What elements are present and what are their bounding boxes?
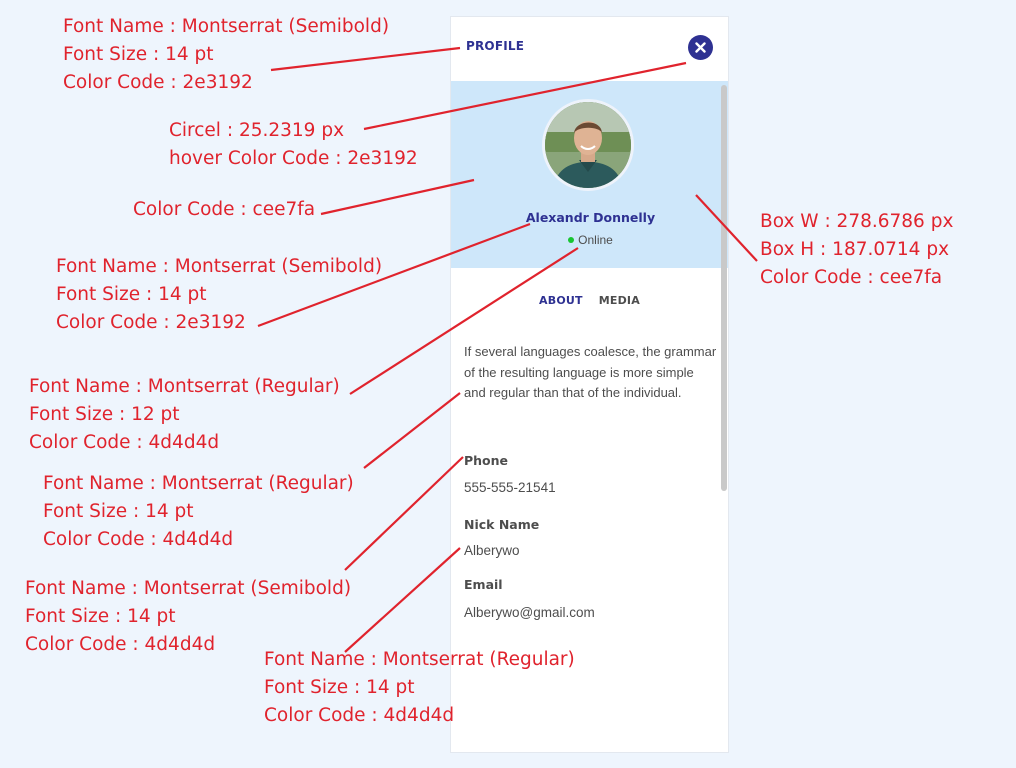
annotation-line: Color Code : cee7fa xyxy=(133,199,316,220)
annotation-line: Font Name : Montserrat (Regular) xyxy=(264,649,575,670)
about-text: If several languages coalesce, the gramm… xyxy=(464,344,717,400)
nickname-value: Alberywo xyxy=(464,543,520,558)
phone-label: Phone xyxy=(464,453,509,468)
annotation-value-spec: Font Name : Montserrat (Regular) Font Si… xyxy=(264,646,575,730)
email-value: Alberywo@gmail.com xyxy=(464,605,595,620)
tab-media[interactable]: MEDIA xyxy=(599,294,640,307)
annotation-line: Font Size : 14 pt xyxy=(43,501,194,522)
annotation-line: Font Name : Montserrat (Semibold) xyxy=(63,16,390,37)
annotation-line: Font Size : 14 pt xyxy=(264,677,415,698)
profile-panel: PROFILE Alexandr Donnelly Online ABOUT M… xyxy=(450,16,729,753)
annotation-line: Font Size : 14 pt xyxy=(56,284,207,305)
annotation-line: Font Name : Montserrat (Regular) xyxy=(43,473,354,494)
annotation-about-spec: Font Name : Montserrat (Regular) Font Si… xyxy=(43,470,354,554)
annotation-line: Color Code : 2e3192 xyxy=(56,312,246,333)
annotation-cover-color: Color Code : cee7fa xyxy=(133,196,315,224)
annotation-line: Font Size : 12 pt xyxy=(29,404,180,425)
scrollbar-thumb[interactable] xyxy=(721,85,727,491)
close-button[interactable] xyxy=(688,35,713,60)
tab-about[interactable]: ABOUT xyxy=(539,294,583,307)
profile-cover: Alexandr Donnelly Online xyxy=(451,81,728,268)
panel-header: PROFILE xyxy=(451,17,728,81)
annotation-circle-spec: Circel : 25.2319 px hover Color Code : 2… xyxy=(169,117,418,173)
annotation-line: Font Name : Montserrat (Regular) xyxy=(29,376,340,397)
profile-tabs: ABOUT MEDIA xyxy=(451,294,728,307)
annotation-name-spec: Font Name : Montserrat (Semibold) Font S… xyxy=(56,253,382,337)
annotation-line: Font Name : Montserrat (Semibold) xyxy=(25,578,352,599)
annotation-line: Circel : 25.2319 px xyxy=(169,120,345,141)
annotation-line: Box W : 278.6786 px xyxy=(760,211,954,232)
email-label: Email xyxy=(464,577,503,592)
annotation-line: Color Code : 4d4d4d xyxy=(29,432,220,453)
annotation-line: hover Color Code : 2e3192 xyxy=(169,148,418,169)
panel-title: PROFILE xyxy=(466,39,525,53)
annotation-box-spec: Box W : 278.6786 px Box H : 187.0714 px … xyxy=(760,208,953,292)
phone-value: 555-555-21541 xyxy=(464,480,556,495)
annotation-line: Font Size : 14 pt xyxy=(63,44,214,65)
annotation-line: Font Size : 14 pt xyxy=(25,606,176,627)
user-name: Alexandr Donnelly xyxy=(525,210,656,225)
status-dot-icon xyxy=(568,237,575,243)
online-status: Online xyxy=(451,233,728,247)
annotation-line: Color Code : cee7fa xyxy=(760,267,943,288)
status-text: Online xyxy=(578,233,613,247)
annotation-line: Box H : 187.0714 px xyxy=(760,239,950,260)
annotation-line: Color Code : 2e3192 xyxy=(63,72,253,93)
annotation-status-spec: Font Name : Montserrat (Regular) Font Si… xyxy=(29,373,340,457)
annotation-line: Color Code : 4d4d4d xyxy=(264,705,455,726)
annotation-title-spec: Font Name : Montserrat (Semibold) Font S… xyxy=(63,13,389,97)
annotation-line: Color Code : 4d4d4d xyxy=(43,529,234,550)
annotation-line: Font Name : Montserrat (Semibold) xyxy=(56,256,383,277)
nickname-label: Nick Name xyxy=(464,517,540,532)
scrollbar[interactable] xyxy=(719,81,728,491)
avatar xyxy=(542,99,634,191)
close-icon xyxy=(695,42,706,53)
